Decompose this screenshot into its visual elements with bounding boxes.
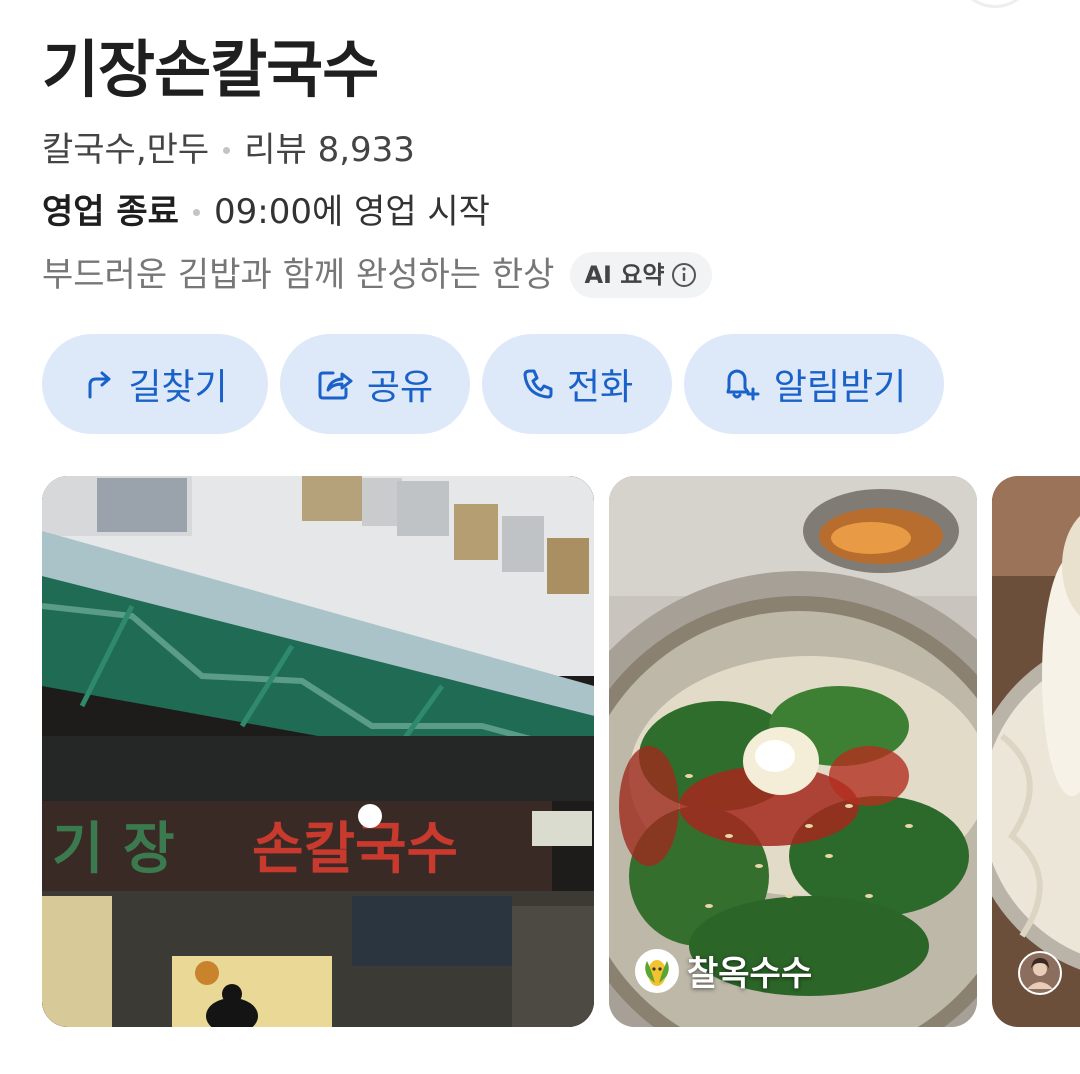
place-meta: 칼국수,만두 리뷰 8,933 <box>42 126 415 174</box>
directions-icon <box>88 371 111 399</box>
profile-avatar-edge[interactable] <box>955 0 1035 8</box>
storefront-image: 기 장 손칼국수 <box>42 476 594 1027</box>
corn-avatar-icon <box>635 948 679 993</box>
ai-badge-label: AI 요약 <box>584 261 665 289</box>
ai-summary: 부드러운 김밥과 함께 완성하는 한상 AI 요약 <box>42 251 713 299</box>
notification-label: 알림받기 <box>773 367 907 408</box>
share-icon <box>318 371 353 400</box>
photo-credit[interactable]: 찰옥수수 <box>635 946 812 995</box>
share-button[interactable]: 공유 <box>280 334 470 434</box>
svg-text:기 장: 기 장 <box>52 817 175 882</box>
kalguksu-image <box>609 476 977 1027</box>
svg-text:손칼국수: 손칼국수 <box>252 817 458 882</box>
separator-dot <box>223 146 231 154</box>
photo-food-2[interactable] <box>992 476 1080 1027</box>
next-open-label: 09:00에 영업 시작 <box>213 192 490 232</box>
info-icon <box>672 263 697 287</box>
place-title: 기장손칼국수 <box>42 33 379 106</box>
ai-summary-badge[interactable]: AI 요약 <box>570 252 713 298</box>
separator-dot <box>192 208 200 216</box>
review-count-link[interactable]: 리뷰 8,933 <box>244 126 415 174</box>
call-button[interactable]: 전화 <box>482 334 672 434</box>
photo-food-1[interactable]: 찰옥수수 <box>609 476 977 1027</box>
photo-storefront[interactable]: 기 장 손칼국수 <box>42 476 594 1027</box>
notification-button[interactable]: 알림받기 <box>684 334 944 434</box>
phone-icon <box>523 369 553 399</box>
photo-carousel[interactable]: 기 장 손칼국수 찰옥수수 <box>42 476 1080 1027</box>
directions-label: 길찾기 <box>128 367 228 408</box>
call-label: 전화 <box>566 367 634 408</box>
noodle-image <box>992 476 1080 1027</box>
bell-plus-icon <box>726 369 760 401</box>
photo-credit-name: 찰옥수수 <box>687 954 813 994</box>
business-hours[interactable]: 영업 종료 09:00에 영업 시작 <box>42 188 490 236</box>
share-label: 공유 <box>366 367 434 408</box>
photo-credit-2[interactable] <box>1018 951 1062 995</box>
summary-text: 부드러운 김밥과 함께 완성하는 한상 <box>42 255 555 295</box>
status-label: 영업 종료 <box>42 192 179 232</box>
category-label: 칼국수,만두 <box>42 130 210 170</box>
user-avatar-icon <box>1018 951 1062 995</box>
directions-button[interactable]: 길찾기 <box>42 334 268 434</box>
action-buttons: 길찾기 공유 전화 알림받기 <box>42 334 944 434</box>
